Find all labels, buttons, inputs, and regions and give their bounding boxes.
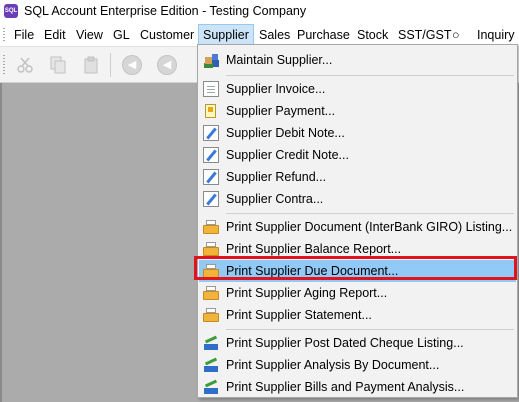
first-record-icon[interactable]: ◀ [120, 53, 144, 77]
menu-item-label: Supplier Credit Note... [226, 148, 349, 162]
menu-item-label: Print Supplier Document (InterBank GIRO)… [226, 220, 513, 234]
menu-item-supplier-credit-note[interactable]: Supplier Credit Note... [199, 144, 516, 166]
printer-icon [203, 285, 219, 301]
toolbar-grip [3, 55, 5, 75]
menu-customer[interactable]: Customer [136, 24, 198, 46]
menu-cloud[interactable]: ○ [448, 24, 464, 46]
menu-file[interactable]: File [10, 24, 38, 46]
paste-icon[interactable] [80, 53, 104, 77]
menu-item-label: Supplier Contra... [226, 192, 324, 206]
annotation-highlight-box [194, 256, 517, 280]
window-title: SQL Account Enterprise Edition - Testing… [24, 4, 307, 18]
toolbar-separator [110, 53, 111, 77]
menu-item-supplier-payment[interactable]: Supplier Payment... [199, 100, 516, 122]
menu-item-label: Print Supplier Aging Report... [226, 286, 388, 300]
menu-item-label: Print Supplier Post Dated Cheque Listing… [226, 336, 464, 350]
menu-supplier[interactable]: Supplier [198, 24, 254, 46]
cut-icon[interactable] [13, 53, 37, 77]
menu-gl[interactable]: GL [109, 24, 134, 46]
menu-separator [226, 213, 514, 214]
note-icon [203, 147, 219, 163]
menu-item-supplier-debit-note[interactable]: Supplier Debit Note... [199, 122, 516, 144]
menu-item-label: Print Supplier Bills and Payment Analysi… [226, 380, 465, 394]
menu-item-label: Maintain Supplier... [226, 53, 333, 67]
menu-item-print-bills-and-payment-analysis[interactable]: Print Supplier Bills and Payment Analysi… [199, 376, 516, 398]
menu-item-supplier-invoice[interactable]: Supplier Invoice... [199, 78, 516, 100]
menu-separator [226, 75, 514, 76]
workspace-edge [0, 83, 2, 402]
menu-item-label: Print Supplier Balance Report... [226, 242, 402, 256]
menu-edit[interactable]: Edit [40, 24, 70, 46]
menu-item-supplier-refund[interactable]: Supplier Refund... [199, 166, 516, 188]
menu-purchase[interactable]: Purchase [293, 24, 354, 46]
menu-view[interactable]: View [72, 24, 107, 46]
document-icon [203, 81, 219, 97]
menu-item-label: Supplier Invoice... [226, 82, 326, 96]
people-icon [203, 52, 219, 68]
payment-icon [203, 103, 219, 119]
menu-item-label: Supplier Refund... [226, 170, 327, 184]
chart-icon [203, 379, 219, 395]
menu-sst-gst[interactable]: SST/GST [394, 24, 455, 46]
printer-icon [203, 307, 219, 323]
note-icon [203, 125, 219, 141]
menu-inquiry[interactable]: Inquiry [473, 24, 519, 46]
menu-separator [226, 329, 514, 330]
menu-item-print-post-dated-cheque-listing[interactable]: Print Supplier Post Dated Cheque Listing… [199, 332, 516, 354]
menu-item-supplier-contra[interactable]: Supplier Contra... [199, 188, 516, 210]
copy-icon[interactable] [46, 53, 70, 77]
menu-stock[interactable]: Stock [353, 24, 392, 46]
menu-item-print-analysis-by-document[interactable]: Print Supplier Analysis By Document... [199, 354, 516, 376]
supplier-menu-dropdown: Maintain Supplier... Supplier Invoice...… [197, 44, 518, 398]
menu-item-print-supplier-aging-report[interactable]: Print Supplier Aging Report... [199, 282, 516, 304]
menubar-grip [3, 28, 5, 42]
menu-item-maintain-supplier[interactable]: Maintain Supplier... [199, 49, 516, 71]
chart-icon [203, 335, 219, 351]
menu-item-label: Print Supplier Analysis By Document... [226, 358, 440, 372]
refund-icon [203, 169, 219, 185]
menu-item-print-supplier-statement[interactable]: Print Supplier Statement... [199, 304, 516, 326]
menu-bar: File Edit View GL Customer Supplier Sale… [0, 24, 519, 46]
app-logo-icon: SQL [4, 4, 18, 18]
menu-item-label: Print Supplier Statement... [226, 308, 372, 322]
printer-icon [203, 241, 219, 257]
contra-icon [203, 191, 219, 207]
title-bar: SQL SQL Account Enterprise Edition - Tes… [0, 0, 519, 24]
printer-icon [203, 219, 219, 235]
menu-sales[interactable]: Sales [255, 24, 294, 46]
previous-record-icon[interactable]: ◀ [155, 53, 179, 77]
chart-icon [203, 357, 219, 373]
menu-item-label: Supplier Payment... [226, 104, 336, 118]
menu-item-label: Supplier Debit Note... [226, 126, 345, 140]
menu-item-print-interbank-giro-listing[interactable]: Print Supplier Document (InterBank GIRO)… [199, 216, 516, 238]
